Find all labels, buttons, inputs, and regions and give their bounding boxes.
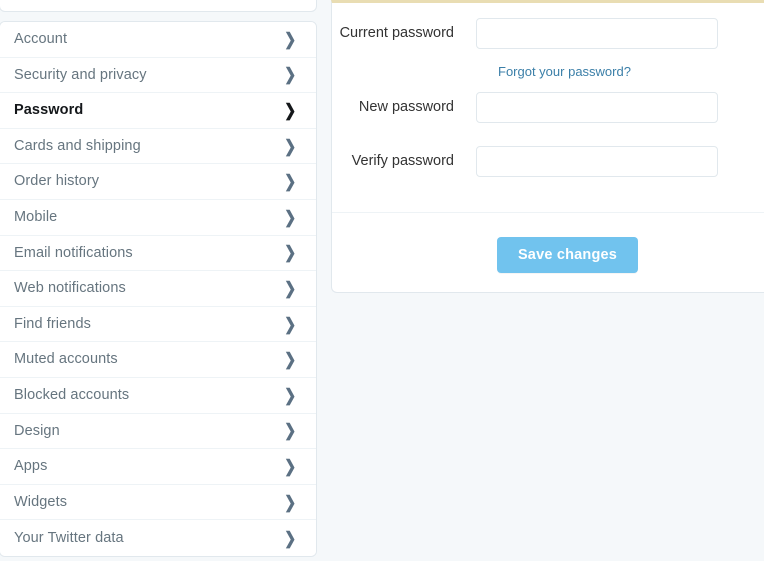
sidebar-item-apps[interactable]: Apps ❯ [0,449,316,485]
chevron-right-icon: ❯ [283,100,296,120]
sidebar-item-label: Web notifications [14,280,126,297]
save-changes-button[interactable]: Save changes [497,237,638,273]
sidebar-item-email-notifications[interactable]: Email notifications ❯ [0,235,316,272]
sidebar-item-label: Mobile [14,209,58,226]
current-password-row: Current password [332,18,740,49]
sidebar-item-blocked-accounts[interactable]: Blocked accounts ❯ [0,377,316,414]
sidebar-item-order-history[interactable]: Order history ❯ [0,164,316,200]
chevron-right-icon: ❯ [283,492,296,512]
verify-password-label: Verify password [351,153,454,170]
sidebar-item-label: Security and privacy [14,66,147,83]
chevron-right-icon: ❯ [283,421,296,441]
chevron-right-icon: ❯ [283,456,296,476]
chevron-right-icon: ❯ [283,350,296,370]
verify-password-row: Verify password [332,146,740,177]
current-password-input[interactable] [476,18,718,49]
chevron-right-icon: ❯ [283,207,296,227]
current-password-label: Current password [339,25,454,42]
new-password-row: New password [332,92,740,123]
chevron-right-icon: ❯ [283,528,296,548]
password-form-footer: Save changes [332,212,764,293]
settings-sidebar: Account ❯ Security and privacy ❯ Password ❯ Ca… [0,0,318,561]
sidebar-item-muted-accounts[interactable]: Muted accounts ❯ [0,342,316,378]
sidebar-item-label: Cards and shipping [14,137,141,154]
sidebar-item-label: Find friends [14,315,91,332]
verify-password-input[interactable] [476,146,718,177]
chevron-right-icon: ❯ [283,385,296,405]
sidebar-item-widgets[interactable]: Widgets ❯ [0,484,316,521]
chevron-right-icon: ❯ [283,136,296,156]
settings-page: Account ❯ Security and privacy ❯ Password ❯ Ca… [0,0,764,561]
password-form: Current password Forgot your password? N… [332,3,764,212]
sidebar-item-label: Apps [14,458,48,475]
chevron-right-icon: ❯ [283,29,296,49]
sidebar-item-security-and-privacy[interactable]: Security and privacy ❯ [0,57,316,94]
settings-nav-list: Account ❯ Security and privacy ❯ Password ❯ Ca… [0,21,317,557]
sidebar-item-design[interactable]: Design ❯ [0,413,316,450]
sidebar-item-label: Order history [14,173,100,190]
chevron-right-icon: ❯ [283,278,296,298]
forgot-password-link[interactable]: Forgot your password? [498,65,631,78]
chevron-right-icon: ❯ [283,172,296,192]
sidebar-item-label: Password [14,102,84,119]
chevron-right-icon: ❯ [283,243,296,263]
new-password-label: New password [358,99,454,116]
sidebar-item-mobile[interactable]: Mobile ❯ [0,199,316,236]
sidebar-item-label: Widgets [14,493,68,510]
sidebar-item-label: Blocked accounts [14,386,130,403]
sidebar-item-label: Your Twitter data [14,529,124,546]
sidebar-item-password[interactable]: Password ❯ [0,93,316,129]
sidebar-item-your-twitter-data[interactable]: Your Twitter data ❯ [0,520,316,556]
previous-module-card-remnant [0,0,317,12]
sidebar-item-cards-and-shipping[interactable]: Cards and shipping ❯ [0,128,316,165]
sidebar-item-label: Account [14,31,68,48]
sidebar-item-label: Muted accounts [14,351,118,368]
new-password-input[interactable] [476,92,718,123]
chevron-right-icon: ❯ [283,65,296,85]
sidebar-item-label: Design [14,422,60,439]
chevron-right-icon: ❯ [283,314,296,334]
sidebar-item-label: Email notifications [14,244,133,261]
sidebar-item-account[interactable]: Account ❯ [0,22,316,58]
password-settings-panel: Current password Forgot your password? N… [331,0,764,293]
sidebar-item-web-notifications[interactable]: Web notifications ❯ [0,271,316,307]
sidebar-item-find-friends[interactable]: Find friends ❯ [0,306,316,343]
